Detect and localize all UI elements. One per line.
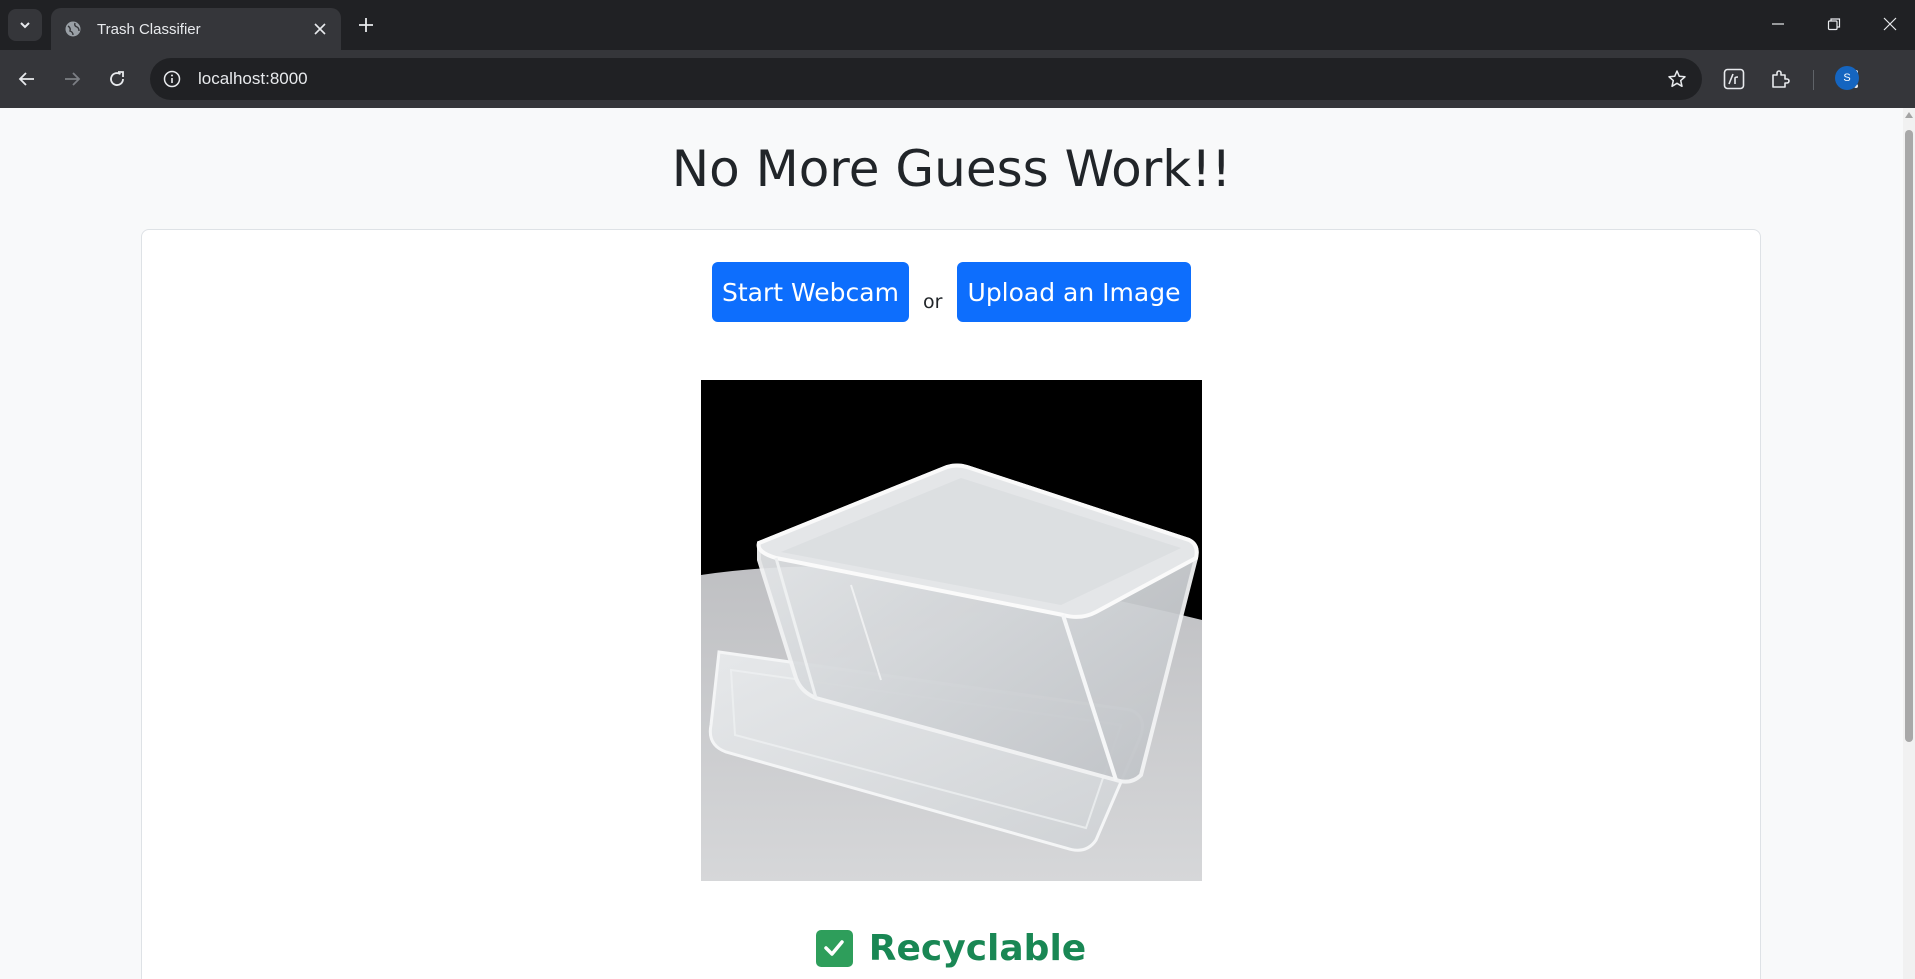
chevron-down-icon <box>20 22 30 29</box>
classification-result: Recyclable <box>142 923 1760 973</box>
close-window-button[interactable] <box>1862 0 1915 48</box>
page-viewport: No More Guess Work!! Start Webcam or Upl… <box>0 108 1915 979</box>
tab-trash-classifier[interactable]: Trash Classifier <box>51 8 341 50</box>
page-title: No More Guess Work!! <box>671 140 1232 198</box>
arrow-left-icon <box>18 72 34 86</box>
back-button[interactable] <box>10 62 44 96</box>
minimize-button[interactable] <box>1750 0 1806 48</box>
r-extension-icon <box>1723 68 1745 90</box>
scroll-thumb[interactable] <box>1905 130 1913 742</box>
close-icon[interactable] <box>307 16 333 42</box>
tab-title: Trash Classifier <box>97 20 201 38</box>
arrow-right-icon <box>65 72 81 86</box>
globe-icon <box>63 19 83 39</box>
puzzle-icon <box>1772 70 1790 88</box>
minimize-icon <box>1772 23 1784 25</box>
upload-image-button[interactable]: Upload an Image <box>957 262 1191 322</box>
info-icon[interactable] <box>156 63 188 95</box>
tab-strip: Trash Classifier <box>0 0 1915 50</box>
new-tab-button[interactable] <box>351 10 381 40</box>
or-separator: or <box>923 291 943 313</box>
url-text: localhost:8000 <box>198 69 308 88</box>
extensions-button[interactable] <box>1763 62 1797 96</box>
reload-button[interactable] <box>100 62 134 96</box>
toolbar-divider <box>1813 70 1814 90</box>
reload-icon <box>110 71 124 86</box>
start-webcam-button[interactable]: Start Webcam <box>712 262 909 322</box>
restore-button[interactable] <box>1806 0 1862 48</box>
browser-toolbar: localhost:8000 <box>0 50 1915 108</box>
page-scrollbar[interactable] <box>1903 108 1915 979</box>
plus-icon <box>359 18 373 32</box>
address-bar[interactable]: localhost:8000 <box>150 58 1702 100</box>
restore-icon <box>1827 18 1841 31</box>
tab-search-button[interactable] <box>8 9 42 41</box>
forward-button[interactable] <box>55 62 89 96</box>
result-label: Recyclable <box>868 927 1087 969</box>
check-mark-icon <box>815 929 853 967</box>
avatar[interactable]: S <box>1835 66 1859 90</box>
classifier-card: Start Webcam or Upload an Image Recyclab… <box>141 229 1761 979</box>
star-icon[interactable] <box>1660 62 1694 96</box>
uploaded-image-preview <box>701 380 1202 881</box>
close-icon <box>1883 17 1897 31</box>
input-options: Start Webcam or Upload an Image <box>142 262 1760 322</box>
extension-r-button[interactable] <box>1717 62 1751 96</box>
scroll-up-arrow-icon[interactable] <box>1905 112 1913 118</box>
